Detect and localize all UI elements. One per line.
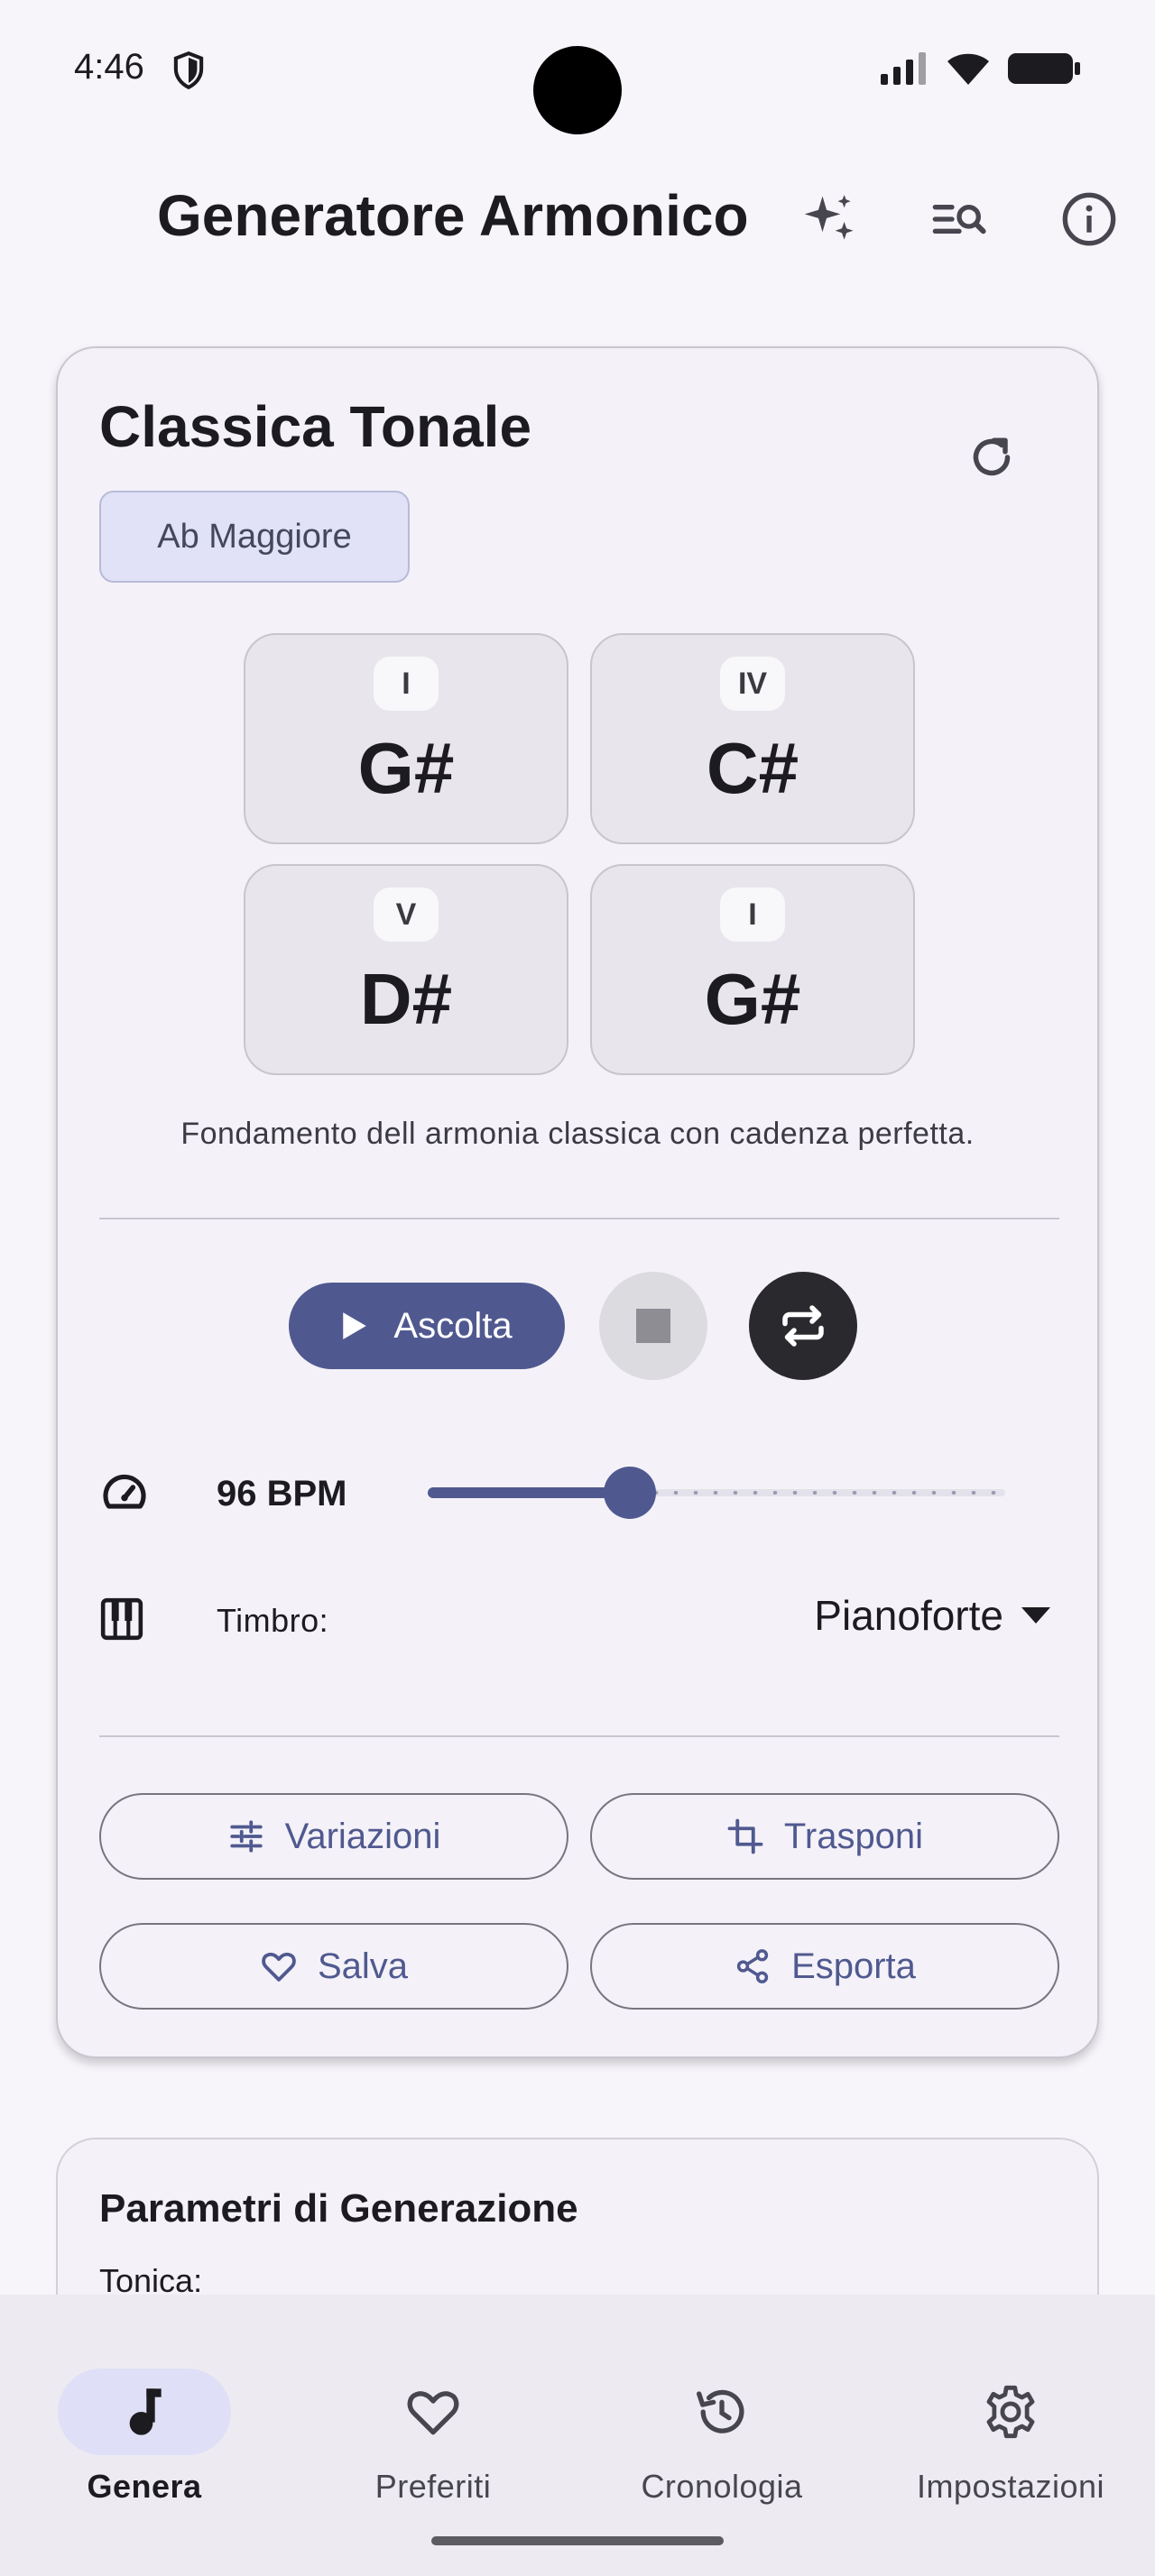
stop-button[interactable] xyxy=(599,1272,707,1380)
progression-title: Classica Tonale xyxy=(99,394,532,459)
stop-icon xyxy=(636,1309,670,1343)
nav-item-impostazioni[interactable]: Impostazioni xyxy=(866,2331,1155,2511)
search-list-icon[interactable] xyxy=(928,188,991,251)
play-button[interactable]: Ascolta xyxy=(289,1283,565,1369)
chord-tile[interactable]: IV C# xyxy=(590,633,915,844)
shield-icon xyxy=(171,51,206,90)
transpose-label: Trasponi xyxy=(783,1816,924,1856)
progression-description: Fondamento dell armonia classica con cad… xyxy=(180,1117,975,1151)
params-title: Parametri di Generazione xyxy=(99,2186,578,2231)
chord-grid: I G# IV C# V D# I G# xyxy=(244,633,915,1075)
heart-outline-icon xyxy=(262,1952,296,1982)
wifi-icon xyxy=(946,51,991,87)
play-icon xyxy=(343,1312,367,1339)
nav-label: Preferiti xyxy=(374,2468,492,2505)
variations-button[interactable]: Variazioni xyxy=(99,1793,568,1880)
home-indicator xyxy=(431,2536,724,2545)
tempo-slider[interactable] xyxy=(428,1452,1005,1533)
battery-icon xyxy=(1007,51,1081,87)
music-note-icon xyxy=(129,2388,162,2435)
nav-active-indicator xyxy=(58,2369,231,2455)
slider-thumb[interactable] xyxy=(604,1467,656,1519)
export-button[interactable]: Esporta xyxy=(590,1923,1059,2010)
chord-degree: IV xyxy=(720,657,785,711)
piano-icon xyxy=(99,1596,144,1642)
save-button[interactable]: Salva xyxy=(99,1923,568,2010)
play-label: Ascolta xyxy=(393,1305,513,1346)
nav-item-preferiti[interactable]: Preferiti xyxy=(289,2331,578,2511)
chord-name: C# xyxy=(706,728,799,808)
chord-name: G# xyxy=(704,959,801,1039)
tune-icon xyxy=(229,1820,263,1853)
heart-icon xyxy=(407,2391,459,2435)
tempo-row: 96 BPM xyxy=(99,1452,1059,1533)
transpose-button[interactable]: Trasponi xyxy=(590,1793,1059,1880)
signal-icon xyxy=(879,51,929,87)
chord-tile[interactable]: V D# xyxy=(244,864,568,1075)
status-time: 4:46 xyxy=(74,47,144,87)
refresh-icon[interactable] xyxy=(960,426,1023,489)
save-label: Salva xyxy=(317,1946,409,1986)
history-icon xyxy=(697,2389,744,2433)
chord-name: D# xyxy=(359,959,453,1039)
camera-cutout xyxy=(533,46,622,134)
nav-label: Cronologia xyxy=(641,2468,803,2505)
variations-label: Variazioni xyxy=(284,1816,441,1856)
tempo-label: 96 BPM xyxy=(217,1474,347,1513)
timbre-row: Timbro: Pianoforte xyxy=(99,1578,1059,1660)
app-title: Generatore Armonico xyxy=(157,183,749,248)
transpose-icon xyxy=(727,1818,763,1854)
dropdown-arrow-icon xyxy=(1021,1607,1050,1624)
slider-active-track xyxy=(428,1487,630,1498)
speedometer-icon xyxy=(99,1468,150,1519)
chord-degree: V xyxy=(374,888,439,942)
chord-tile[interactable]: I G# xyxy=(590,864,915,1075)
share-icon xyxy=(736,1949,769,1983)
nav-item-genera[interactable]: Genera xyxy=(0,2331,289,2511)
chord-degree: I xyxy=(720,888,785,942)
nav-item-cronologia[interactable]: Cronologia xyxy=(578,2331,866,2511)
repeat-icon xyxy=(782,1305,824,1347)
timbre-dropdown[interactable]: Pianoforte xyxy=(814,1591,1050,1640)
divider xyxy=(99,1735,1059,1737)
progression-card: Classica Tonale Ab Maggiore I G# IV C# V… xyxy=(56,346,1099,2058)
chord-tile[interactable]: I G# xyxy=(244,633,568,844)
timbre-value: Pianoforte xyxy=(814,1592,1003,1639)
info-icon[interactable] xyxy=(1058,188,1121,251)
key-chip[interactable]: Ab Maggiore xyxy=(99,491,410,583)
chord-degree: I xyxy=(374,657,439,711)
nav-label: Impostazioni xyxy=(916,2468,1105,2505)
app-bar: Generatore Armonico xyxy=(0,162,1155,271)
repeat-button[interactable] xyxy=(749,1272,857,1380)
sparkle-icon[interactable] xyxy=(799,188,862,251)
bottom-navigation: Genera Preferiti Cronologia Impostazioni xyxy=(0,2295,1155,2576)
gear-icon xyxy=(986,2385,1035,2439)
export-label: Esporta xyxy=(791,1946,916,1986)
nav-label: Genera xyxy=(87,2468,202,2505)
chord-name: G# xyxy=(357,728,455,808)
timbre-label: Timbro: xyxy=(217,1602,329,1639)
status-bar: 4:46 xyxy=(0,0,1155,135)
divider xyxy=(99,1218,1059,1219)
